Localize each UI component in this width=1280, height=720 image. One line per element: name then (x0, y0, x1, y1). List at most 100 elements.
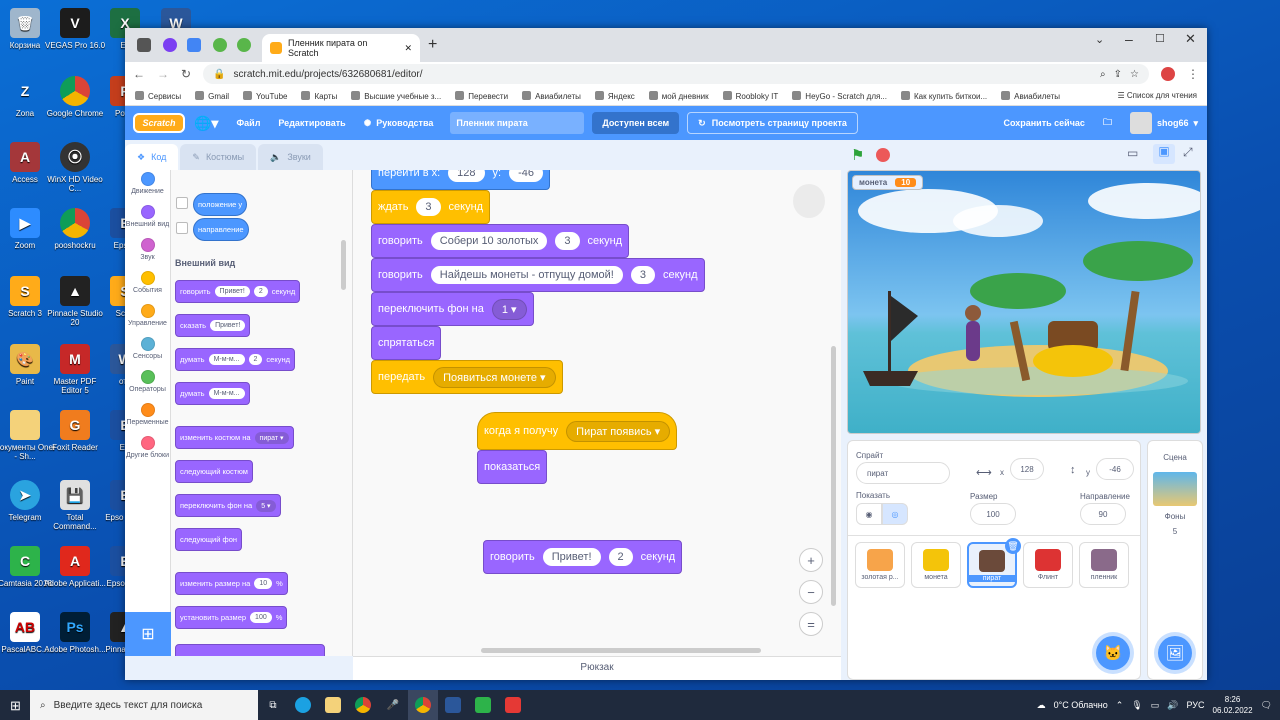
category-sensing[interactable]: Сенсоры (125, 335, 170, 368)
block-wait[interactable]: ждать 3 секунд (371, 190, 491, 224)
bookmark-item[interactable]: Высшие учебные з... (351, 91, 441, 101)
url-field[interactable]: 🔒 scratch.mit.edu/projects/632680681/edi… (203, 64, 1149, 84)
zoom-out-icon[interactable]: − (799, 580, 823, 604)
minimize-icon[interactable]: – (1125, 31, 1133, 47)
tab-icon[interactable] (213, 38, 227, 52)
tab-active[interactable]: Пленник пирата on Scratch ✕ (262, 34, 420, 62)
language-indicator[interactable]: РУС (1186, 700, 1204, 710)
tab-icon[interactable] (163, 38, 177, 52)
sprite-thumb[interactable]: пленник (1079, 542, 1129, 588)
zoom-reset-icon[interactable]: = (799, 612, 823, 636)
category-looks[interactable]: Внешний вид (125, 203, 170, 236)
category-sound[interactable]: Звук (125, 236, 170, 269)
palette-block-say[interactable]: сказать Привет! (175, 314, 251, 337)
bookmark-item[interactable]: Авиабилеты (1001, 91, 1060, 101)
microphone-icon[interactable]: 🎤 (378, 690, 408, 720)
bookmark-item[interactable]: Gmail (195, 91, 229, 101)
bookmark-item[interactable]: Яндекс (595, 91, 635, 101)
extension-icon[interactable] (1161, 67, 1175, 81)
delete-sprite-icon[interactable]: 🗑 (1005, 538, 1021, 554)
close-tab-icon[interactable]: ✕ (404, 43, 412, 54)
palette-block-direction[interactable]: направление (193, 218, 249, 241)
windows-start-icon[interactable]: ⊞ (10, 698, 21, 714)
workspace-vscrollbar[interactable] (831, 346, 836, 606)
chevron-up-icon[interactable]: ⌃ (1116, 700, 1124, 711)
add-sprite-button[interactable]: 🐱 (1096, 636, 1130, 670)
green-flag-icon[interactable]: ⚑ (851, 146, 864, 164)
chrome-taskbar-icon[interactable] (348, 690, 378, 720)
network-icon[interactable]: ▭ (1151, 700, 1160, 711)
sprite-thumb[interactable]: Флинт (1023, 542, 1073, 588)
block-say-secs-1[interactable]: говорить Собери 10 золотых 3 секунд (371, 224, 630, 258)
save-now-button[interactable]: Сохранить сейчас (994, 106, 1093, 140)
category-motion[interactable]: Движение (125, 170, 170, 203)
edge-icon[interactable] (288, 690, 318, 720)
scratch-logo[interactable]: Scratch (133, 113, 185, 133)
tab-sounds[interactable]: 🔈 Звуки (258, 144, 323, 170)
category-my-blocks[interactable]: Другие блоки (125, 434, 170, 467)
stop-icon[interactable] (876, 148, 890, 162)
block-hide[interactable]: спрятаться (371, 326, 442, 360)
zoom-icon[interactable]: ⌕ (1100, 69, 1106, 80)
tab-code[interactable]: ❖ Код (125, 144, 179, 170)
palette-block-change-size[interactable]: изменить размер на 10% (175, 572, 288, 595)
variable-monitor[interactable]: монета 10 (852, 175, 924, 190)
add-backdrop-button[interactable]: 🖼 (1158, 636, 1192, 670)
file-menu[interactable]: Файл (227, 106, 269, 140)
reload-icon[interactable]: ↻ (181, 67, 191, 81)
large-stage-icon[interactable]: ▣ (1153, 144, 1175, 164)
palette-block-next-backdrop[interactable]: следующий фон (175, 528, 243, 551)
new-tab-icon[interactable]: + (428, 36, 437, 54)
weather[interactable]: 0°C Облачно (1054, 700, 1108, 710)
palette-block-switch-costume[interactable]: изменить костюм на пират ▾ (175, 426, 294, 449)
reading-list[interactable]: ☰ Список для чтения (1117, 91, 1197, 100)
block-goto-xy[interactable]: перейти в x: 128 y: -46 (371, 170, 550, 190)
close-window-icon[interactable]: ✕ (1185, 31, 1196, 47)
tab-icon[interactable] (137, 38, 151, 52)
file-explorer-icon[interactable] (318, 690, 348, 720)
hide-sprite-button[interactable]: ◎ (882, 503, 908, 525)
palette-block-say-secs[interactable]: говорить Привет! 2 секунд (175, 280, 301, 303)
word-taskbar-icon[interactable] (438, 690, 468, 720)
account-menu[interactable]: shog66 ▾ (1121, 106, 1207, 140)
palette-block-switch-backdrop[interactable]: переключить фон на 5 ▾ (175, 494, 281, 517)
star-icon[interactable]: ☆ (1130, 69, 1139, 80)
language-button[interactable]: 🌐▾ (185, 106, 227, 140)
clock[interactable]: 8:26 06.02.2022 (1213, 694, 1253, 716)
palette-block-think-secs[interactable]: думать М-м-м... 2 секунд (175, 348, 295, 371)
palette-block-y-position[interactable]: положение у (193, 193, 248, 216)
camtasia-taskbar-icon[interactable] (468, 690, 498, 720)
small-stage-icon[interactable]: ▭ (1127, 146, 1138, 160)
block-say-secs-loose[interactable]: говорить Привет! 2 секунд (483, 540, 683, 574)
palette-block-think[interactable]: думать М-м-м... (175, 382, 250, 405)
size-input[interactable]: 100 (970, 503, 1016, 525)
notifications-icon[interactable]: 🗨 (1261, 700, 1272, 711)
block-say-secs-2[interactable]: говорить Найдешь монеты - отпущу домой! 3 с… (371, 258, 705, 292)
tab-costumes[interactable]: ✎ Костюмы (180, 144, 257, 170)
show-sprite-button[interactable]: ◉ (856, 503, 882, 525)
mic-tray-icon[interactable]: 🎙 (1131, 700, 1142, 711)
workspace-hscrollbar[interactable] (481, 648, 761, 653)
sprite-thumb[interactable]: монета (911, 542, 961, 588)
bookmark-item[interactable]: Как купить биткои... (901, 91, 987, 101)
menu-kebab-icon[interactable]: ⋮ (1187, 67, 1199, 81)
stage-canvas[interactable]: монета 10 (847, 170, 1201, 434)
block-show[interactable]: показаться (477, 450, 548, 484)
project-title-input[interactable]: Пленник пирата (450, 112, 585, 134)
task-view-icon[interactable]: ⧉ (258, 690, 288, 720)
back-icon[interactable]: ← (133, 67, 145, 81)
palette-block-set-size[interactable]: установить размер 100% (175, 606, 288, 629)
bookmark-item[interactable]: Авиабилеты (522, 91, 581, 101)
edit-menu[interactable]: Редактировать (269, 106, 354, 140)
chrome-taskbar-icon[interactable] (408, 690, 438, 720)
x-input[interactable]: 128 (1010, 458, 1044, 480)
category-operators[interactable]: Операторы (125, 368, 170, 401)
hat-when-i-receive[interactable]: когда я получу Пират появись ▾ (477, 412, 678, 450)
bookmark-item[interactable]: Перевести (455, 91, 508, 101)
tutorials-button[interactable]: ✺ Руководства (355, 106, 443, 140)
volume-icon[interactable]: 🔊 (1167, 700, 1178, 711)
zoom-in-icon[interactable]: + (799, 548, 823, 572)
see-project-page-button[interactable]: ↻ Посмотреть страницу проекта (687, 112, 858, 134)
docs-icon[interactable] (187, 38, 201, 52)
category-control[interactable]: Управление (125, 302, 170, 335)
